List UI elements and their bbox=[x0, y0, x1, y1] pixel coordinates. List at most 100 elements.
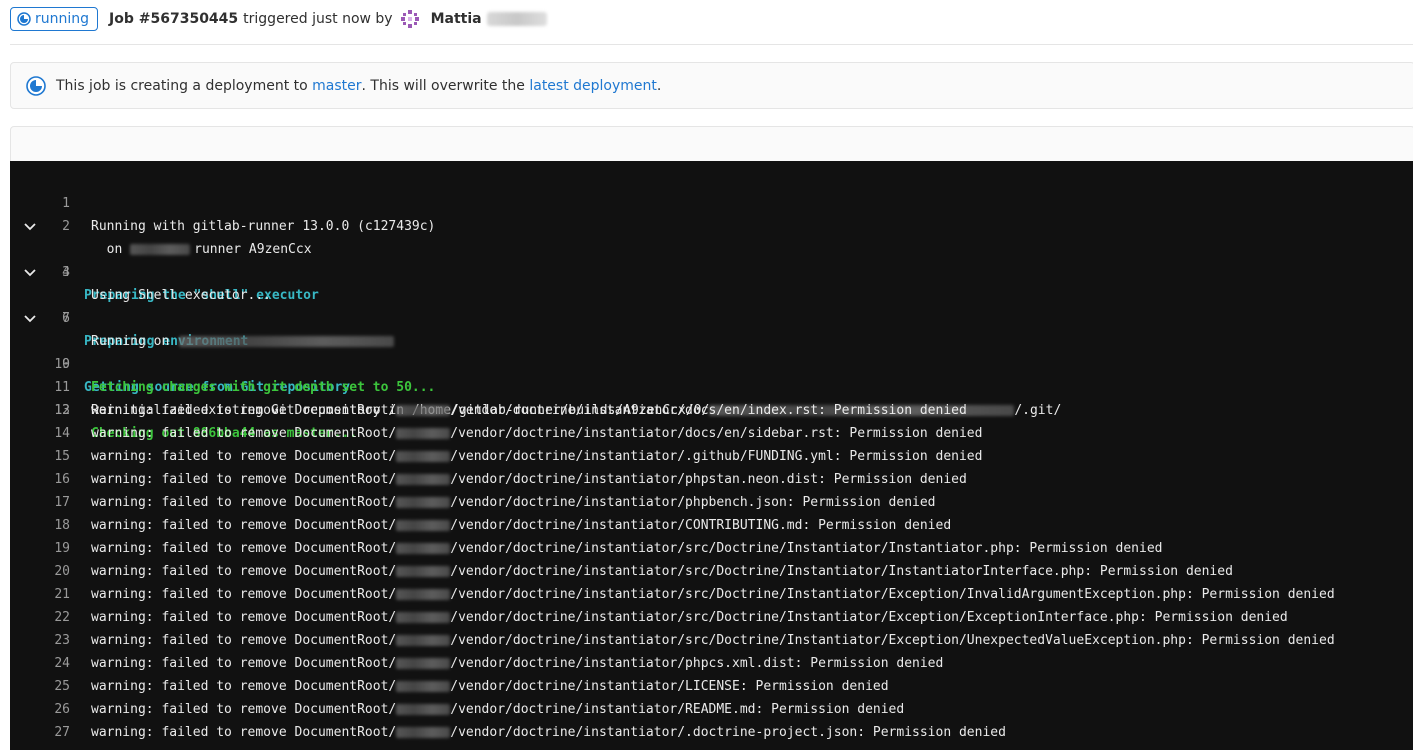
line-number[interactable]: 16 bbox=[40, 468, 70, 491]
log-text-part: /vendor/doctrine/instantiator/.github/FU… bbox=[450, 449, 983, 464]
log-section-header[interactable]: 6 Preparing environment bbox=[10, 261, 1413, 349]
line-number[interactable]: 13 bbox=[40, 399, 70, 422]
log-text: warning: failed to remove DocumentRoot/ /… bbox=[91, 399, 967, 422]
redacted-directory bbox=[396, 451, 451, 462]
log-text-part: /vendor/doctrine/instantiator/phpbench.j… bbox=[450, 495, 936, 510]
redacted-directory bbox=[396, 704, 451, 715]
avatar[interactable] bbox=[399, 9, 420, 29]
log-line: 10 Fetching changes with git depth set t… bbox=[10, 330, 1413, 395]
redacted-directory bbox=[396, 428, 451, 439]
redacted-directory bbox=[396, 520, 451, 531]
chevron-down-icon[interactable] bbox=[23, 215, 37, 238]
log-line: 12 Checking out 886bba44 as master... bbox=[10, 376, 1413, 441]
line-number[interactable]: 22 bbox=[40, 606, 70, 629]
log-text: warning: failed to remove DocumentRoot/ /… bbox=[91, 445, 982, 468]
log-text-part: warning: failed to remove DocumentRoot/ bbox=[91, 610, 397, 625]
redacted-directory bbox=[396, 589, 451, 600]
redacted-directory bbox=[396, 405, 451, 416]
line-number[interactable]: 18 bbox=[40, 514, 70, 537]
redacted-directory bbox=[396, 727, 451, 738]
redacted-directory bbox=[396, 635, 451, 646]
log-line: 19 warning: failed to remove DocumentRoot… bbox=[10, 537, 1413, 560]
log-line: 22 warning: failed to remove DocumentRoot… bbox=[10, 606, 1413, 629]
status-badge[interactable]: running bbox=[10, 7, 99, 31]
line-number[interactable]: 27 bbox=[40, 721, 70, 744]
log-line: 21 warning: failed to remove DocumentRoot… bbox=[10, 583, 1413, 606]
latest-deployment-link[interactable]: latest deployment bbox=[529, 78, 657, 94]
log-text: warning: failed to remove DocumentRoot/ /… bbox=[91, 537, 1162, 560]
log-line: 17 warning: failed to remove DocumentRoot… bbox=[10, 491, 1413, 514]
log-text: warning: failed to remove DocumentRoot/ /… bbox=[91, 583, 1335, 606]
line-number[interactable]: 21 bbox=[40, 583, 70, 606]
log-text-part: warning: failed to remove DocumentRoot/ bbox=[91, 702, 397, 717]
triggered-text: triggered just now by bbox=[243, 11, 393, 27]
log-text-part: /vendor/doctrine/instantiator/LICENSE: P… bbox=[450, 679, 889, 694]
log-text-part: warning: failed to remove DocumentRoot/ bbox=[91, 426, 397, 441]
line-number[interactable]: 25 bbox=[40, 675, 70, 698]
job-header: running Job #567350445 triggered just no… bbox=[10, 5, 1413, 33]
log-section-header[interactable]: 9 Getting source from Git repository bbox=[10, 307, 1413, 395]
log-text-part: warning: failed to remove DocumentRoot/ bbox=[91, 587, 397, 602]
log-text: warning: failed to remove DocumentRoot/ /… bbox=[91, 514, 951, 537]
log-section-header[interactable]: 3 Preparing the "shell" executor bbox=[10, 215, 1413, 303]
status-label: running bbox=[35, 11, 90, 27]
log-line: 16 warning: failed to remove DocumentRoot… bbox=[10, 468, 1413, 491]
redacted-directory bbox=[396, 658, 451, 669]
log-line: 7 Running on bbox=[10, 284, 1413, 349]
line-number[interactable]: 20 bbox=[40, 560, 70, 583]
environment-link[interactable]: master bbox=[312, 78, 361, 94]
line-number[interactable]: 26 bbox=[40, 698, 70, 721]
line-number[interactable]: 24 bbox=[40, 652, 70, 675]
redacted-directory bbox=[396, 543, 451, 554]
log-text: warning: failed to remove DocumentRoot/ /… bbox=[91, 721, 1006, 744]
log-text-part: warning: failed to remove DocumentRoot/ bbox=[91, 518, 397, 533]
log-text-part: /vendor/doctrine/instantiator/src/Doctri… bbox=[450, 610, 1288, 625]
log-text-part: /vendor/doctrine/instantiator/src/Doctri… bbox=[450, 587, 1335, 602]
log-line: 25 warning: failed to remove DocumentRoot… bbox=[10, 675, 1413, 698]
log-text: warning: failed to remove DocumentRoot/ /… bbox=[91, 698, 904, 721]
line-number[interactable]: 17 bbox=[40, 491, 70, 514]
log-text-part: warning: failed to remove DocumentRoot/ bbox=[91, 656, 397, 671]
job-title: Job #567350445 bbox=[109, 11, 239, 27]
log-line: 13 warning: failed to remove DocumentRoot… bbox=[10, 399, 1413, 422]
log-text: warning: failed to remove DocumentRoot/ /… bbox=[91, 629, 1335, 652]
alert-text-suffix: . bbox=[656, 77, 662, 94]
log-line: 4 Using Shell executor... bbox=[10, 238, 1413, 303]
line-number[interactable]: 14 bbox=[40, 422, 70, 445]
chevron-down-icon[interactable] bbox=[23, 261, 37, 284]
log-line: 23 warning: failed to remove DocumentRoot… bbox=[10, 629, 1413, 652]
line-number[interactable]: 19 bbox=[40, 537, 70, 560]
log-text-part: /vendor/doctrine/instantiator/src/Doctri… bbox=[450, 633, 1335, 648]
redacted-directory bbox=[396, 566, 451, 577]
log-text-part: /vendor/doctrine/instantiator/src/Doctri… bbox=[450, 541, 1163, 556]
log-line: 11 Reinitialized existing Git repository… bbox=[10, 353, 1413, 418]
log-toolbar bbox=[10, 126, 1413, 161]
log-text-part: /vendor/doctrine/instantiator/.doctrine-… bbox=[450, 725, 1006, 740]
log-text: warning: failed to remove DocumentRoot/ /… bbox=[91, 491, 936, 514]
log-text-part: warning: failed to remove DocumentRoot/ bbox=[91, 495, 397, 510]
log-text-part: warning: failed to remove DocumentRoot/ bbox=[91, 679, 397, 694]
chevron-down-icon[interactable] bbox=[23, 307, 37, 330]
redacted-directory bbox=[396, 474, 451, 485]
log-text-part: warning: failed to remove DocumentRoot/ bbox=[91, 541, 397, 556]
deployment-alert: This job is creating a deployment to mas… bbox=[10, 62, 1413, 109]
header-divider bbox=[10, 44, 1413, 45]
log-text: warning: failed to remove DocumentRoot/ /… bbox=[91, 652, 943, 675]
job-log[interactable]: 1 Running with gitlab-runner 13.0.0 (c12… bbox=[10, 161, 1413, 750]
redacted-directory bbox=[396, 497, 451, 508]
log-line: 20 warning: failed to remove DocumentRoot… bbox=[10, 560, 1413, 583]
log-line: 26 warning: failed to remove DocumentRoot… bbox=[10, 698, 1413, 721]
user-link[interactable]: Mattia bbox=[431, 11, 482, 27]
log-text-part: warning: failed to remove DocumentRoot/ bbox=[91, 449, 397, 464]
log-line: 24 warning: failed to remove DocumentRoot… bbox=[10, 652, 1413, 675]
log-line: 27 warning: failed to remove DocumentRoot… bbox=[10, 721, 1413, 744]
deployment-running-icon bbox=[26, 75, 46, 96]
redacted-directory bbox=[396, 612, 451, 623]
line-number[interactable]: 23 bbox=[40, 629, 70, 652]
line-number[interactable]: 15 bbox=[40, 445, 70, 468]
log-text-part: warning: failed to remove DocumentRoot/ bbox=[91, 472, 397, 487]
running-status-icon bbox=[17, 12, 31, 26]
log-line: 2 on runner A9zenCcx bbox=[10, 192, 1413, 257]
alert-text-middle: . This will overwrite the bbox=[361, 77, 525, 94]
log-text-part: warning: failed to remove DocumentRoot/ bbox=[91, 633, 397, 648]
